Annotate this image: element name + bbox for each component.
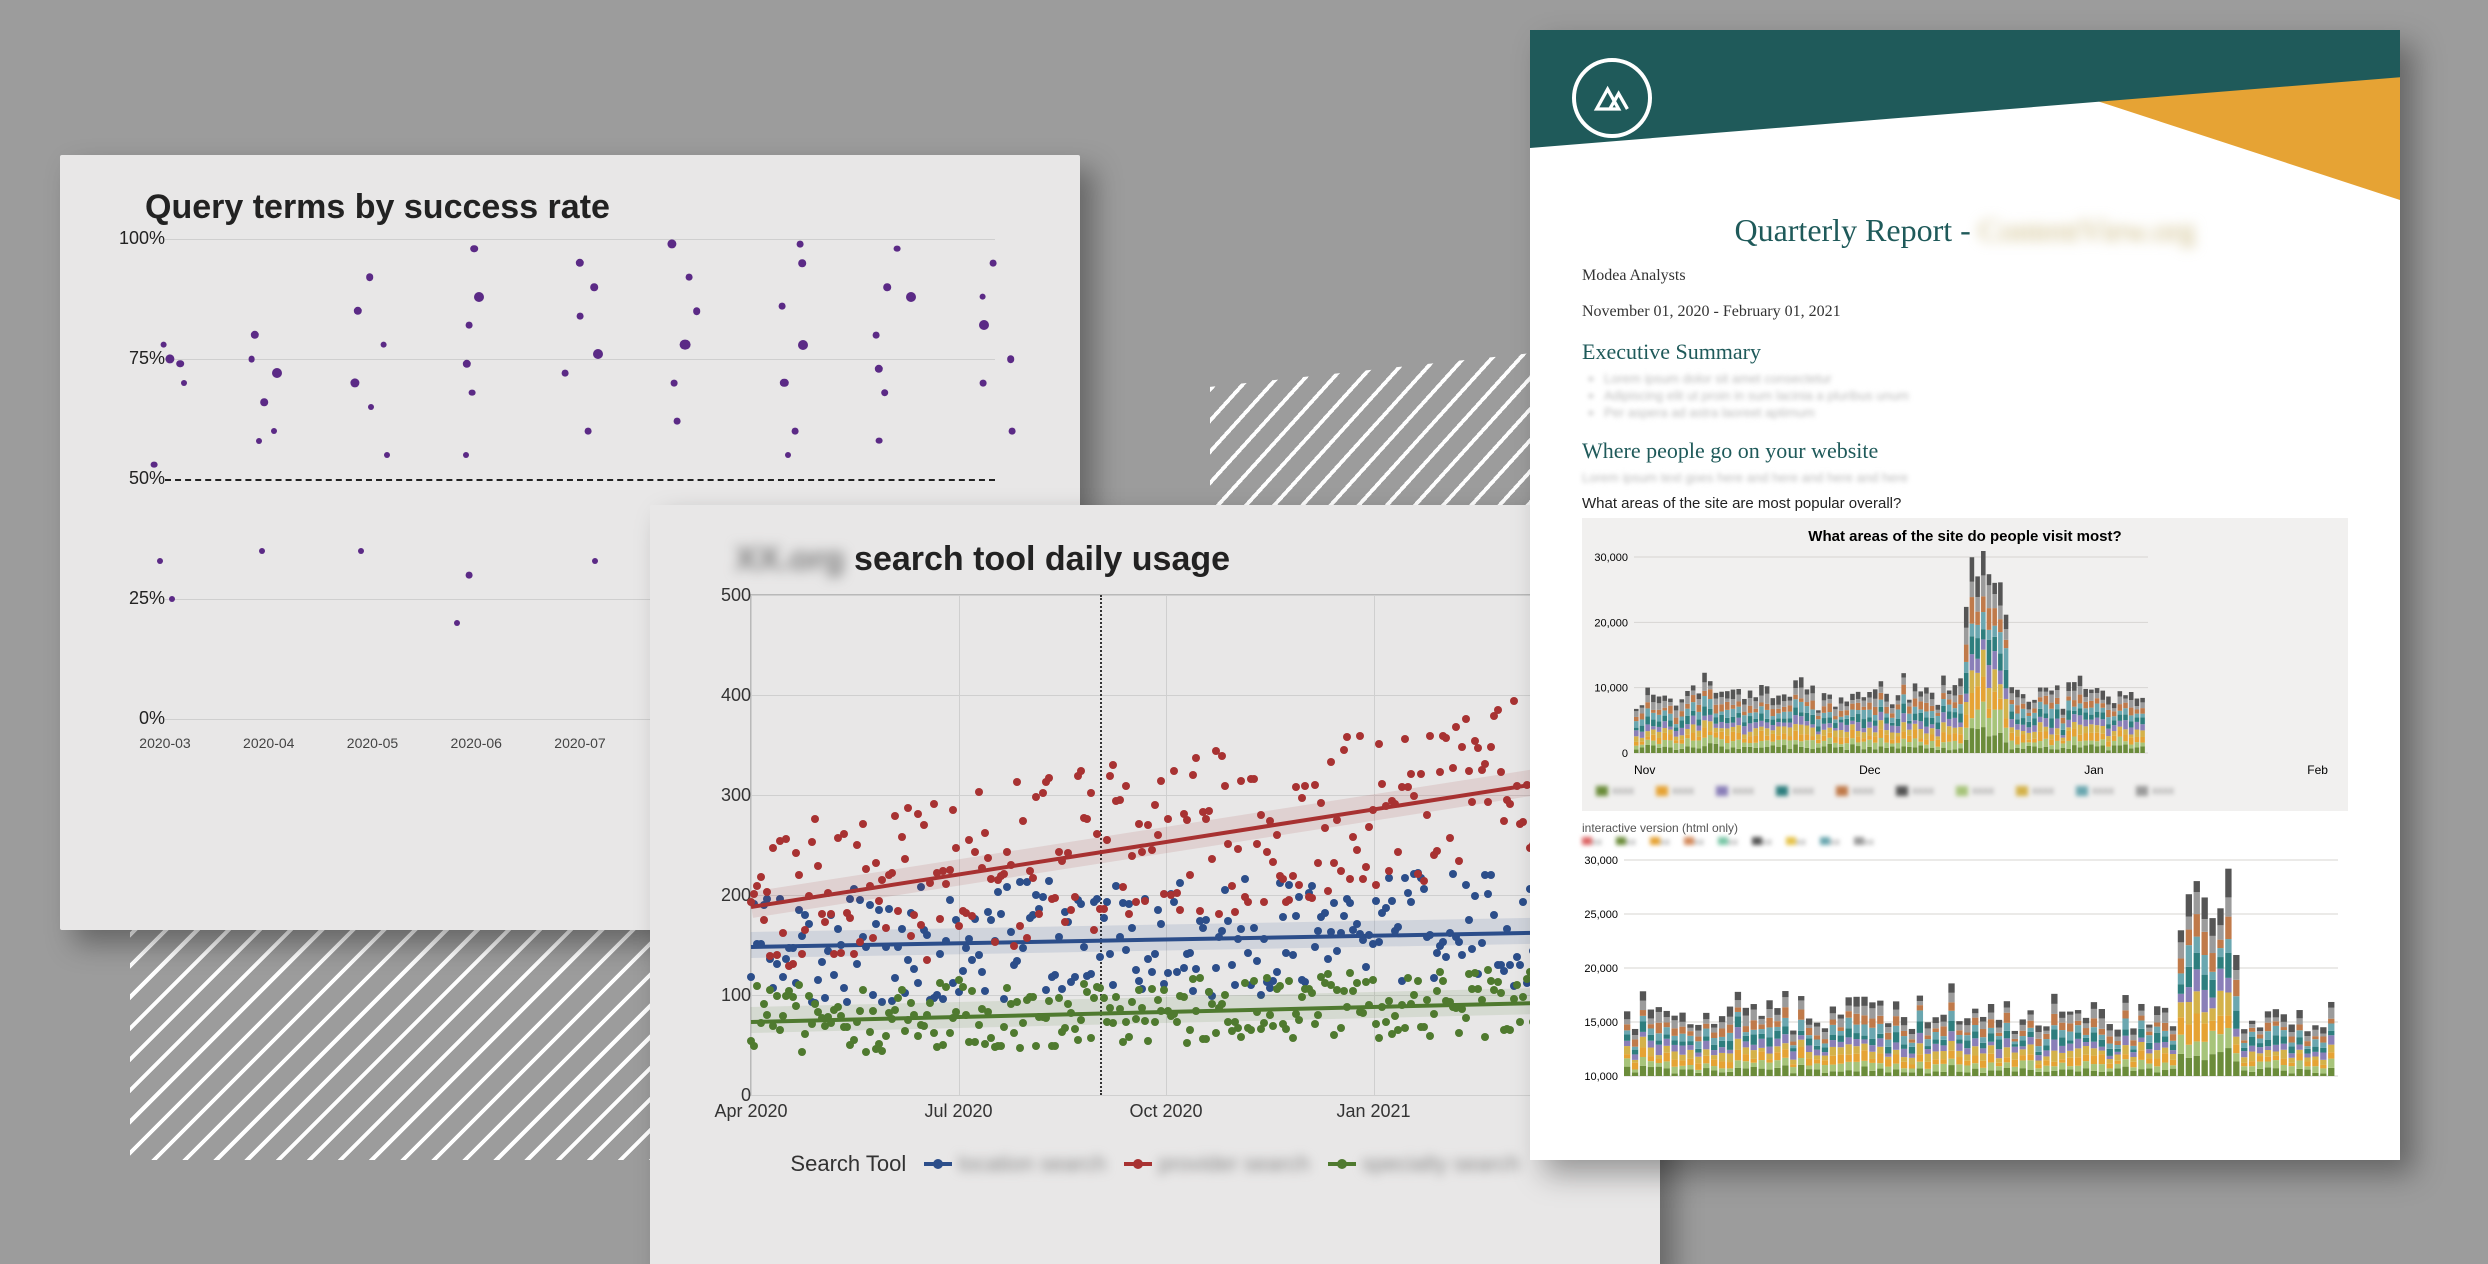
redacted-text: ContentView.org <box>1979 212 2196 248</box>
mini-stacked-bar-chart: 10,000 15,000 20,000 25,000 30,000 <box>1582 854 2342 1084</box>
svg-text:10,000: 10,000 <box>1584 1071 1618 1083</box>
chart-legend: Search Tool .chart2 .key:nth-of-type(2) … <box>680 1151 1630 1177</box>
bullet-list: Lorem ipsum dolor sit amet consectetur A… <box>1604 371 2348 420</box>
chart-title: XX.org search tool daily usage <box>735 540 1630 579</box>
redacted-text: November 01, 2020 - February 01, 2021 <box>1582 303 2348 321</box>
chart-scatter-daily-usage: XX.org search tool daily usage 010020030… <box>650 505 1660 1264</box>
svg-text:10,000: 10,000 <box>1594 683 1628 695</box>
svg-text:0: 0 <box>1622 748 1628 760</box>
mini-legend: xxxx xxxx xxxx xxxx xx <box>1582 837 2348 848</box>
legend-key: .chart2 .key:nth-of-type(3) .sym::after{… <box>1124 1151 1310 1177</box>
svg-text:25,000: 25,000 <box>1584 909 1618 921</box>
report-author: Modea Analysts <box>1582 267 2348 285</box>
svg-text:15,000: 15,000 <box>1584 1017 1618 1029</box>
mini-stacked-bar-chart: 0 10,000 20,000 30,000 <box>1592 551 2152 761</box>
legend-key: .chart2 .key:nth-of-type(2) .sym::after{… <box>924 1151 1106 1177</box>
mini-chart-title: What areas of the site do people visit m… <box>1592 528 2338 545</box>
question-text: What areas of the site are most popular … <box>1582 495 2348 512</box>
report-title: Quarterly Report - ContentView.org <box>1582 212 2348 249</box>
section-heading: Executive Summary <box>1582 339 2348 365</box>
mini-legend: xxxxxxxx xxxxxxxx xxxxxxxx xxxxxxxx xxxx… <box>1596 785 2334 797</box>
svg-text:20,000: 20,000 <box>1594 617 1628 629</box>
redacted-text: XX.org <box>735 540 845 578</box>
report-header <box>1530 30 2400 200</box>
section-heading: Where people go on your website <box>1582 438 2348 464</box>
report-page: Quarterly Report - ContentView.org Modea… <box>1530 30 2400 1160</box>
mini-chart-panel: What areas of the site do people visit m… <box>1582 518 2348 811</box>
svg-text:30,000: 30,000 <box>1584 855 1618 867</box>
legend-title: Search Tool <box>790 1151 906 1177</box>
chart-title: Query terms by success rate <box>145 188 1050 227</box>
svg-text:30,000: 30,000 <box>1594 552 1628 564</box>
interactive-label: interactive version (html only) <box>1582 821 2348 835</box>
svg-text:20,000: 20,000 <box>1584 963 1618 975</box>
chart-plot-area: 0100200300400500Apr 2020Jul 2020Oct 2020… <box>750 594 1582 1096</box>
redacted-text: Lorem ipsum text goes here and here and … <box>1582 470 2348 485</box>
legend-key: .chart2 .key:nth-of-type(4) .sym::after{… <box>1328 1151 1520 1177</box>
logo-icon <box>1572 58 1652 138</box>
